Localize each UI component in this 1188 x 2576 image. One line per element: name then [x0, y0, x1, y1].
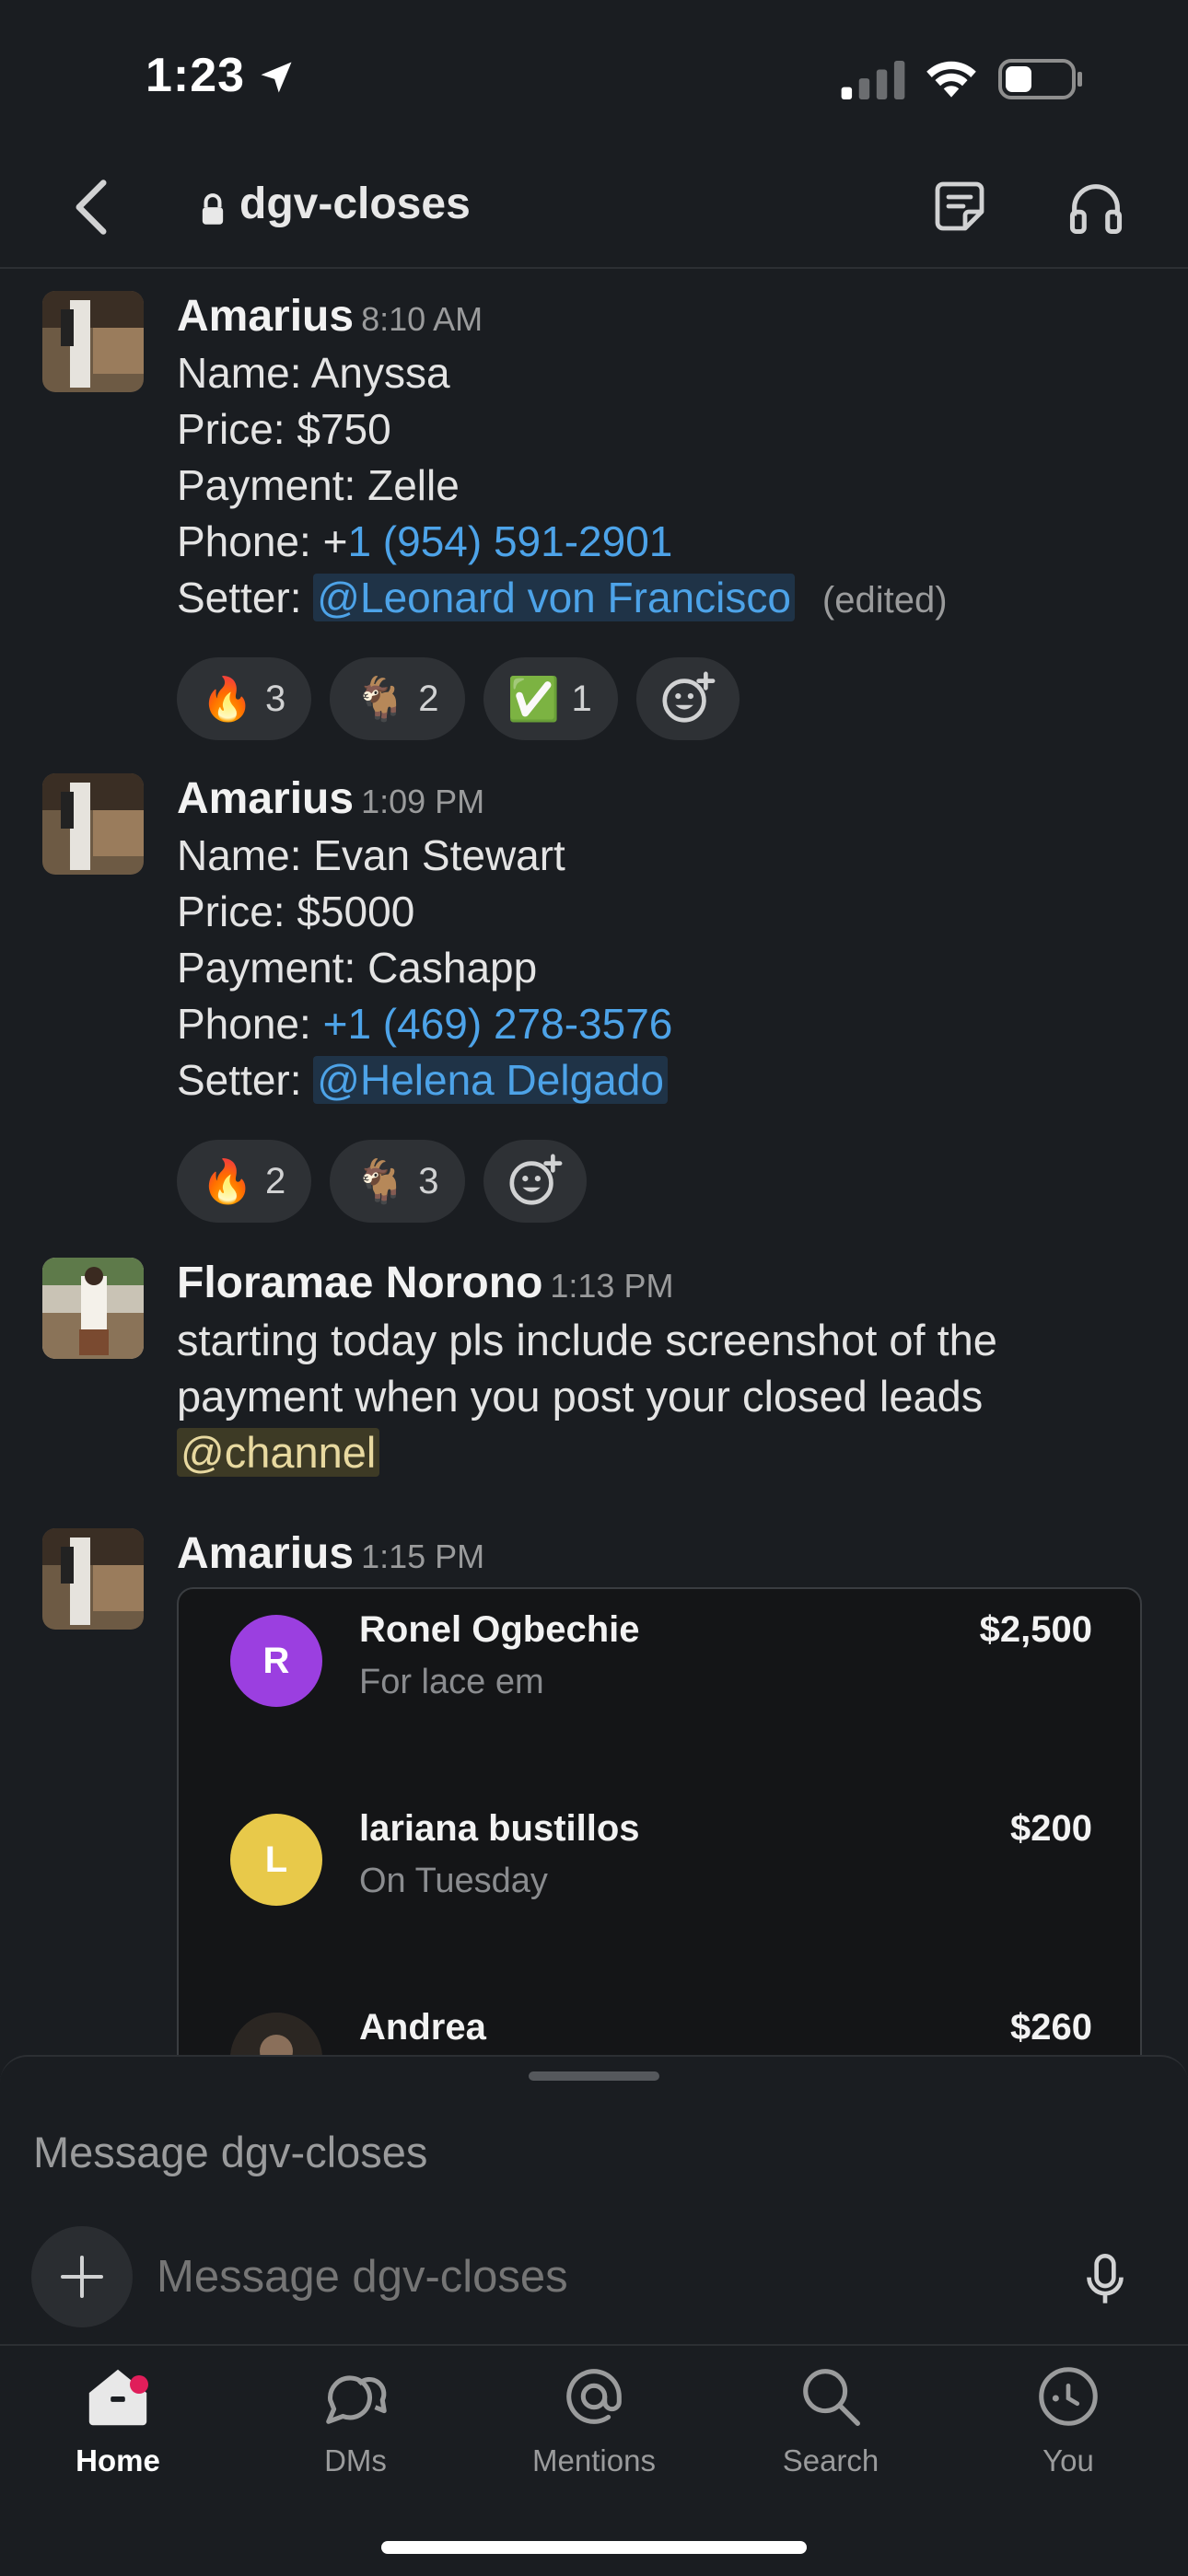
tab-label: Search — [782, 2443, 879, 2477]
tab-label: Mentions — [532, 2443, 656, 2477]
attach-button[interactable] — [31, 2226, 133, 2327]
home-icon — [88, 2369, 147, 2426]
tab-you[interactable]: You — [976, 2361, 1160, 2489]
phone-link[interactable]: 1 (954) 591-2901 — [347, 517, 672, 565]
reaction-check[interactable]: ✅ 1 — [483, 657, 618, 740]
back-chevron-icon[interactable] — [68, 177, 114, 238]
message-line: Payment: Cashapp — [177, 944, 538, 992]
tab-mentions[interactable]: Mentions — [502, 2361, 686, 2489]
payer-name: Andrea — [359, 2007, 486, 2048]
add-reaction-icon — [508, 1154, 562, 1205]
message-line: Payment: Zelle — [177, 461, 460, 509]
message-timestamp: 1:13 PM — [550, 1267, 674, 1305]
tab-home[interactable]: Home — [26, 2361, 210, 2489]
add-reaction-button[interactable] — [635, 657, 740, 740]
message-line: Price: $750 — [177, 405, 391, 453]
reaction-goat[interactable]: 🐐 3 — [330, 1140, 465, 1223]
reaction-goat[interactable]: 🐐 2 — [330, 657, 465, 740]
message-line: Name: Anyssa — [177, 349, 450, 397]
payment-note: For lace em — [359, 1663, 544, 1701]
payment-amount: $260 — [1010, 2007, 1092, 2048]
edited-label: (edited) — [821, 580, 948, 621]
avatar: L — [230, 1814, 322, 1906]
tab-label: Home — [76, 2443, 160, 2477]
message-line: Phone: +1 (954) 591-2901 — [177, 517, 673, 565]
avatar[interactable] — [42, 773, 144, 875]
reaction-bar: 🔥 3 🐐 2 ✅ 1 — [177, 657, 740, 740]
mentions-icon — [566, 2369, 622, 2424]
you-icon — [1039, 2367, 1098, 2426]
tab-label: You — [1042, 2443, 1094, 2477]
goat-emoji-icon: 🐐 — [354, 1156, 407, 1205]
tab-label: DMs — [324, 2443, 387, 2477]
message-author[interactable]: Amarius — [177, 292, 354, 341]
channel-mention[interactable]: @channel — [177, 1428, 380, 1477]
channel-title[interactable]: dgv-closes — [239, 179, 471, 229]
message-author[interactable]: Amarius — [177, 1529, 354, 1578]
message-line: Setter: @Helena Delgado — [177, 1052, 1151, 1108]
message-line: Phone: +1 (469) 278-3576 — [177, 1000, 673, 1048]
message-line: Name: Evan Stewart — [177, 831, 565, 879]
payer-name: Ronel Ogbechie — [359, 1609, 640, 1650]
list-item: L lariana bustillos On Tuesday $200 — [179, 1795, 1140, 1933]
status-time: 1:23 — [146, 49, 246, 102]
fire-emoji-icon: 🔥 — [201, 674, 254, 723]
dms-icon — [326, 2375, 387, 2424]
message-timestamp: 1:09 PM — [361, 783, 485, 820]
wifi-icon — [926, 61, 976, 98]
fire-emoji-icon: 🔥 — [201, 1156, 254, 1205]
avatar[interactable] — [42, 291, 144, 392]
payer-name: lariana bustillos — [359, 1808, 640, 1849]
payment-note: On Tuesday — [359, 1862, 548, 1900]
microphone-icon[interactable] — [1083, 2254, 1127, 2305]
canvas-icon[interactable] — [930, 177, 989, 236]
user-mention[interactable]: @Leonard von Francisco — [313, 574, 795, 621]
lock-icon — [202, 193, 224, 225]
check-emoji-icon: ✅ — [507, 674, 561, 723]
location-arrow-icon — [261, 62, 292, 93]
reaction-fire[interactable]: 🔥 2 — [177, 1140, 312, 1223]
plus-icon — [61, 2256, 103, 2298]
payment-amount: $2,500 — [979, 1609, 1092, 1650]
message-composer: Message dgv-closes — [0, 2055, 1188, 2346]
message-text: payment when you post your closed leads — [177, 1372, 984, 1421]
add-reaction-button[interactable] — [483, 1140, 587, 1223]
status-bar: 1:23 — [0, 0, 1188, 157]
notification-dot — [130, 2375, 148, 2394]
message-text: starting today pls include screenshot of… — [177, 1316, 997, 1364]
reaction-bar: 🔥 2 🐐 3 — [177, 1140, 587, 1223]
tab-search[interactable]: Search — [739, 2361, 923, 2489]
message-author[interactable]: Amarius — [177, 774, 354, 823]
headphones-icon[interactable] — [1065, 177, 1127, 239]
payment-amount: $200 — [1010, 1808, 1092, 1849]
message-author[interactable]: Floramae Norono — [177, 1259, 542, 1307]
home-indicator — [381, 2541, 807, 2554]
avatar[interactable] — [42, 1258, 144, 1359]
reaction-fire[interactable]: 🔥 3 — [177, 657, 312, 740]
message-line: Setter: @Leonard von Francisco (edited) — [177, 574, 948, 621]
message-text: @channel — [177, 1424, 1151, 1480]
avatar[interactable] — [42, 1528, 144, 1630]
message-line: Price: $5000 — [177, 888, 415, 935]
channel-header: dgv-closes — [0, 157, 1188, 269]
signal-icon — [841, 61, 905, 99]
message-input[interactable] — [155, 2250, 987, 2303]
tab-dms[interactable]: DMs — [263, 2361, 448, 2489]
list-item: R Ronel Ogbechie For lace em $2,500 — [179, 1596, 1140, 1735]
message-timestamp: 8:10 AM — [361, 300, 483, 338]
battery-icon — [998, 59, 1082, 99]
phone-link[interactable]: +1 (469) 278-3576 — [323, 1000, 673, 1048]
goat-emoji-icon: 🐐 — [354, 674, 407, 723]
search-icon — [803, 2369, 860, 2426]
composer-draft-label[interactable]: Message dgv-closes — [33, 2127, 427, 2177]
avatar: R — [230, 1615, 322, 1707]
user-mention[interactable]: @Helena Delgado — [313, 1056, 668, 1104]
drag-handle[interactable] — [529, 2071, 659, 2081]
message-timestamp: 1:15 PM — [361, 1537, 485, 1575]
add-reaction-icon — [662, 671, 716, 723]
